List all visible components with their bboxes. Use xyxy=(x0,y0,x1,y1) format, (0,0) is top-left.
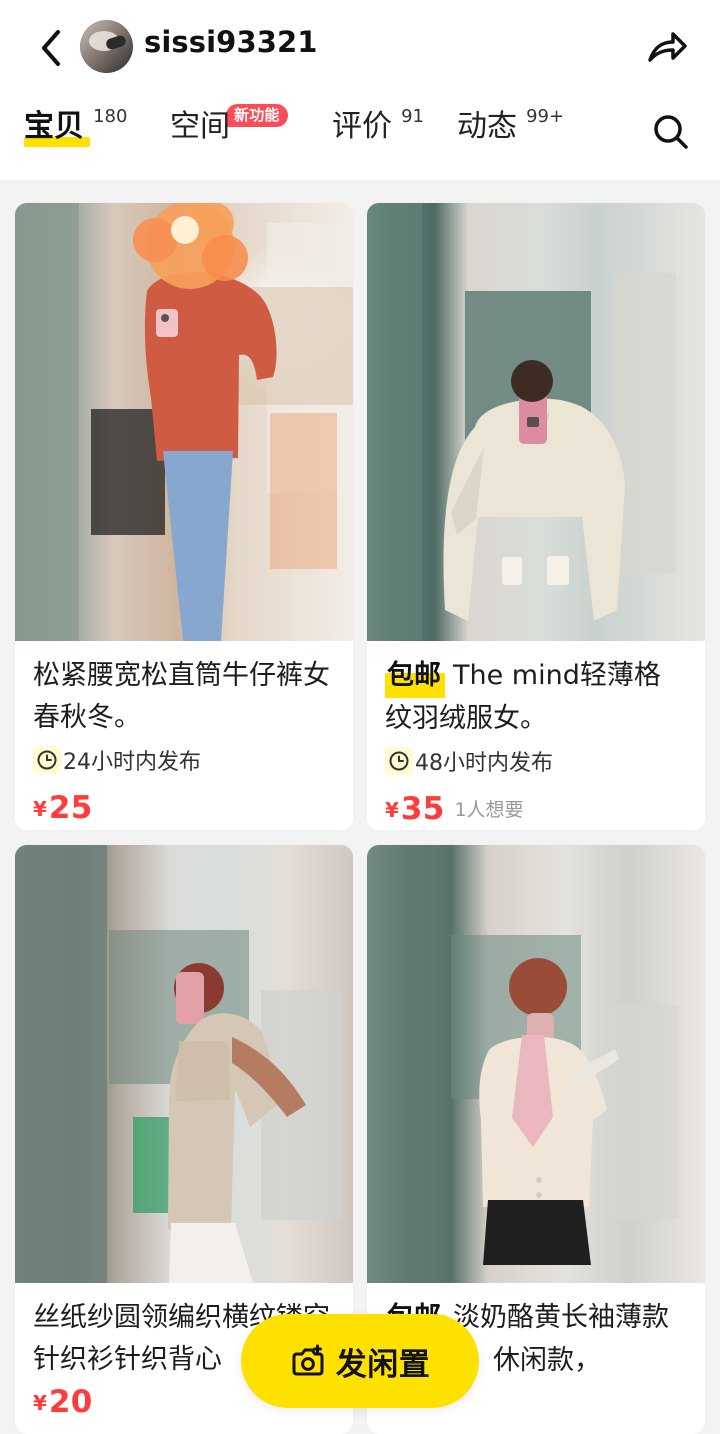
chevron-left-icon xyxy=(42,30,60,66)
product-title: 松紧腰宽松直筒牛仔裤女春秋冬。 xyxy=(33,660,330,733)
tab-reviews-count: 91 xyxy=(401,106,424,127)
product-card[interactable]: 包邮 The mind轻薄格纹羽绒服女。 48小时内发布 ¥ 35 1人想要 xyxy=(367,203,705,830)
product-photo-illustration xyxy=(367,845,679,1283)
product-info: 包邮 The mind轻薄格纹羽绒服女。 48小时内发布 ¥ 35 1人想要 xyxy=(367,641,705,826)
profile-page: sissi93321 宝贝 180 空间 新功能 评价 91 动态 99+ 松紧… xyxy=(0,0,720,1434)
profile-header: sissi93321 宝贝 180 空间 新功能 评价 91 动态 99+ xyxy=(0,0,720,180)
product-photo-illustration xyxy=(367,203,676,641)
product-title: 包邮 The mind轻薄格纹羽绒服女。 xyxy=(385,655,687,740)
price-row: ¥ 35 1人想要 xyxy=(385,788,687,826)
tab-activity-label: 动态 xyxy=(457,109,517,144)
avatar[interactable] xyxy=(80,20,133,73)
search-icon xyxy=(654,115,688,149)
product-image[interactable] xyxy=(15,845,353,1283)
product-image[interactable] xyxy=(15,203,353,641)
search-button[interactable] xyxy=(645,106,697,158)
tab-reviews-label: 评价 xyxy=(332,109,392,144)
product-photo-illustration xyxy=(15,845,341,1283)
post-item-label: 发闲置 xyxy=(335,1346,431,1383)
share-arrow-icon xyxy=(648,32,687,62)
profile-tabs: 宝贝 180 空间 新功能 评价 91 动态 99+ xyxy=(0,96,720,180)
tab-space-label: 空间 xyxy=(170,109,230,144)
camera-plus-icon xyxy=(292,1344,324,1376)
price-row: ¥ 25 xyxy=(33,787,335,825)
product-price: 35 xyxy=(400,791,445,827)
new-feature-badge: 新功能 xyxy=(226,104,288,127)
tab-activity[interactable]: 动态 99+ xyxy=(457,106,565,160)
tab-space[interactable]: 空间 新功能 xyxy=(170,104,288,160)
product-image[interactable] xyxy=(367,845,705,1283)
clock-icon xyxy=(385,747,413,775)
share-button[interactable] xyxy=(642,22,692,72)
tab-items-label: 宝贝 xyxy=(24,109,84,144)
product-photo-illustration xyxy=(15,203,353,641)
post-time-label: 48小时内发布 xyxy=(415,751,553,776)
want-count: 1人想要 xyxy=(454,799,524,821)
product-image[interactable] xyxy=(367,203,705,641)
tab-items-count: 180 xyxy=(93,106,128,127)
back-button[interactable] xyxy=(28,20,74,76)
product-price: 25 xyxy=(48,790,93,826)
post-time-row: 48小时内发布 xyxy=(385,744,687,778)
tab-items[interactable]: 宝贝 180 xyxy=(24,106,128,160)
currency-symbol: ¥ xyxy=(385,798,399,822)
product-card[interactable]: 松紧腰宽松直筒牛仔裤女春秋冬。 24小时内发布 ¥ 25 xyxy=(15,203,353,830)
post-time-label: 24小时内发布 xyxy=(63,750,201,775)
username: sissi93321 xyxy=(144,25,318,59)
free-shipping-badge: 包邮 xyxy=(385,655,445,698)
tab-reviews[interactable]: 评价 91 xyxy=(332,106,424,160)
post-time-row: 24小时内发布 xyxy=(33,743,335,777)
product-price: 20 xyxy=(48,1384,93,1420)
post-item-button[interactable]: 发闲置 xyxy=(241,1314,479,1408)
currency-symbol: ¥ xyxy=(33,1391,47,1415)
top-bar: sissi93321 xyxy=(0,0,720,96)
tab-activity-count: 99+ xyxy=(526,106,565,127)
clock-icon xyxy=(33,746,61,774)
product-info: 松紧腰宽松直筒牛仔裤女春秋冬。 24小时内发布 ¥ 25 xyxy=(15,641,353,825)
currency-symbol: ¥ xyxy=(33,797,47,821)
